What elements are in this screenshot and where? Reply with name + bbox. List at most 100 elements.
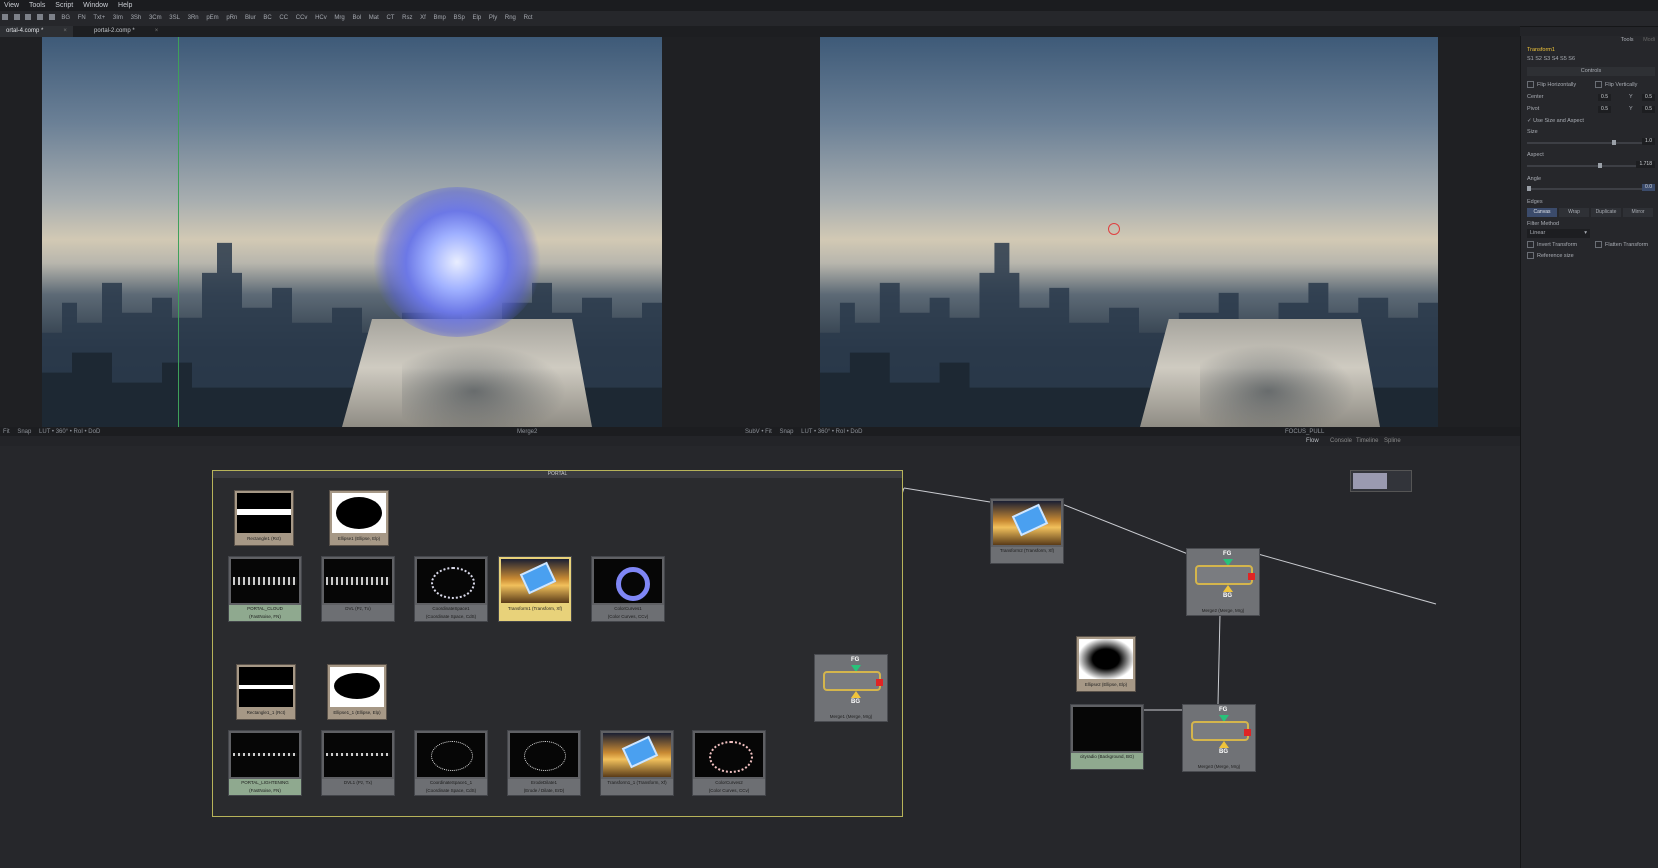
edges-wrap-button[interactable]: Wrap (1559, 208, 1589, 217)
tool-3cm[interactable]: 3Cm (149, 11, 162, 26)
node-title[interactable]: Transform1 (1527, 46, 1655, 55)
tab-timeline[interactable]: Timeline (1356, 436, 1378, 446)
node-merge3[interactable]: FG BG Merge3 (Merge, Mrg) (1182, 704, 1256, 772)
center-y-field[interactable]: 0.5 (1642, 94, 1655, 101)
tool-rct[interactable]: Rct (524, 11, 533, 26)
reference-size-checkbox[interactable]: Reference size (1527, 252, 1655, 261)
tool-rng[interactable]: Rng (505, 11, 516, 26)
tool-bol[interactable]: Bol (352, 11, 361, 26)
check-icon[interactable]: ✓ (1527, 118, 1532, 124)
output-icon[interactable] (876, 679, 883, 686)
node-transform1[interactable]: Transform1 (Transform, Xf) (498, 556, 572, 622)
tool-bmp[interactable]: Bmp (434, 11, 446, 26)
tool-ccv[interactable]: CCv (296, 11, 308, 26)
background-input-icon[interactable] (851, 691, 861, 698)
tool-mat[interactable]: Mat (369, 11, 379, 26)
tab-spline[interactable]: Spline (1384, 436, 1401, 446)
node-dvl1[interactable]: DVL1 (Pz, Tx) (321, 730, 395, 796)
node-colorcurves1[interactable]: ColorCurves1 (Color Curves, CCv) (591, 556, 665, 622)
tool-elp[interactable]: Elp (473, 11, 482, 26)
node-merge1[interactable]: FG BG Merge1 (Merge, Mrg) (814, 654, 888, 722)
aspect-field[interactable]: 1.718 (1636, 161, 1655, 168)
node-colorcurves2[interactable]: ColorCurves2 (Color Curves, CCv) (692, 730, 766, 796)
tool-xf[interactable]: Xf (420, 11, 426, 26)
tool-txt[interactable]: Txt+ (93, 11, 105, 26)
node-portal-cloud[interactable]: PORTAL_CLOUD (FastNoise, FN) (228, 556, 302, 622)
size-field[interactable]: 1.0 (1642, 138, 1655, 145)
tool-hcv[interactable]: HCv (315, 11, 327, 26)
menu-help[interactable]: Help (118, 2, 132, 9)
background-input-icon[interactable] (1219, 741, 1229, 748)
controls-tab[interactable]: Controls (1527, 67, 1655, 76)
aspect-slider[interactable] (1527, 163, 1645, 168)
node-rectangle1-1[interactable]: Rectangle1_1 (Rct) (236, 664, 296, 720)
output-icon[interactable] (1244, 729, 1251, 736)
checkbox-icon[interactable] (1527, 252, 1534, 260)
angle-field[interactable]: 0.0 (1642, 184, 1655, 191)
checkbox-icon[interactable] (1595, 81, 1602, 89)
tool-fn[interactable]: FN (78, 11, 86, 26)
menu-script[interactable]: Script (55, 2, 73, 9)
output-icon[interactable] (1248, 573, 1255, 580)
tool-ply[interactable]: Ply (489, 11, 497, 26)
loader-icon[interactable] (37, 14, 44, 21)
slider-knob[interactable] (1597, 163, 1602, 168)
node-transform2[interactable]: Transform2 (Transform, Xf) (990, 498, 1064, 564)
flow-navigator[interactable] (1350, 470, 1412, 492)
center-handle-icon[interactable] (1108, 223, 1120, 235)
tool-3sl[interactable]: 3SL (169, 11, 180, 26)
flow-editor[interactable]: PORTAL Rectangle1 (Rct) Ellipse1 (Ellips… (0, 446, 1520, 868)
pivot-y-field[interactable]: 0.5 (1642, 106, 1655, 113)
tool-bg[interactable]: BG (61, 11, 70, 26)
pivot-x-field[interactable]: 0.5 (1598, 106, 1611, 113)
angle-slider[interactable] (1527, 186, 1645, 191)
edges-canvas-button[interactable]: Canvas (1527, 208, 1557, 217)
node-dvl[interactable]: DVL (Pz, Tx) (321, 556, 395, 622)
lock-icon[interactable] (25, 14, 32, 21)
saver-icon[interactable] (48, 14, 55, 21)
menu-window[interactable]: Window (83, 2, 108, 9)
checkbox-icon[interactable] (1527, 241, 1534, 249)
size-slider[interactable] (1527, 140, 1645, 145)
flip-vertical-checkbox[interactable]: Flip Vertically (1595, 81, 1655, 90)
tab-portal-4[interactable]: ortal-4.comp * × (0, 26, 73, 37)
viewer-left-image[interactable] (42, 37, 662, 427)
tab-console[interactable]: Console (1330, 436, 1352, 446)
tool-3rn[interactable]: 3Rn (188, 11, 199, 26)
menu-view[interactable]: View (4, 2, 19, 9)
tool-3im[interactable]: 3Im (113, 11, 123, 26)
tool-rsz[interactable]: Rsz (402, 11, 412, 26)
checkbox-icon[interactable] (1595, 241, 1602, 249)
edges-duplicate-button[interactable]: Duplicate (1591, 208, 1621, 217)
version-buttons[interactable]: S1 S2 S3 S4 S5 S6 (1527, 55, 1655, 64)
tool-cc[interactable]: CC (279, 11, 288, 26)
tool-bsp[interactable]: BSp (454, 11, 465, 26)
node-erodedilate1[interactable]: ErodeDilate1 (Erode / Dilate, ErD) (507, 730, 581, 796)
node-coordinatespace1-1[interactable]: CoordinateSpace1_1 (Coordinate Space, Cd… (414, 730, 488, 796)
node-portal-lightening[interactable]: PORTAL_LIGHTENING (FastNoise, FN) (228, 730, 302, 796)
node-transform1-1[interactable]: Transform1_1 (Transform, Xf) (600, 730, 674, 796)
tab-modifiers[interactable]: Modi (1643, 37, 1655, 43)
node-merge2[interactable]: FG BG Merge2 (Merge, Mrg) (1186, 548, 1260, 616)
node-ellipse1-1[interactable]: Ellipse1_1 (Ellipse, Elp) (327, 664, 387, 720)
node-rectangle1[interactable]: Rectangle1 (Rct) (234, 490, 294, 546)
tab-tools[interactable]: Tools (1621, 37, 1634, 43)
viewer-right-image[interactable] (820, 37, 1438, 427)
edges-mirror-button[interactable]: Mirror (1623, 208, 1653, 217)
tab-portal-2[interactable]: portal-2.comp * × (88, 26, 164, 37)
tool-blur[interactable]: Blur (245, 11, 256, 26)
tool-prn[interactable]: pRn (226, 11, 237, 26)
tool-pem[interactable]: pEm (206, 11, 218, 26)
node-ellipse1[interactable]: Ellipse1 (Ellipse, Elp) (329, 490, 389, 546)
tool-3sh[interactable]: 3Sh (131, 11, 142, 26)
background-input-icon[interactable] (1223, 585, 1233, 592)
close-icon[interactable]: × (63, 28, 67, 34)
filter-method-dropdown[interactable]: Linear ▾ (1527, 229, 1590, 238)
tool-mrg[interactable]: Mrg (334, 11, 344, 26)
slider-knob[interactable] (1611, 140, 1616, 145)
node-ellipse2[interactable]: Ellipse2 (Ellipse, Elp) (1076, 636, 1136, 692)
node-coordinatespace1[interactable]: CoordinateSpace1 (Coordinate Space, CdS) (414, 556, 488, 622)
save-icon[interactable] (13, 14, 20, 21)
center-x-field[interactable]: 0.5 (1598, 94, 1611, 101)
viewer-right[interactable] (742, 37, 1520, 427)
